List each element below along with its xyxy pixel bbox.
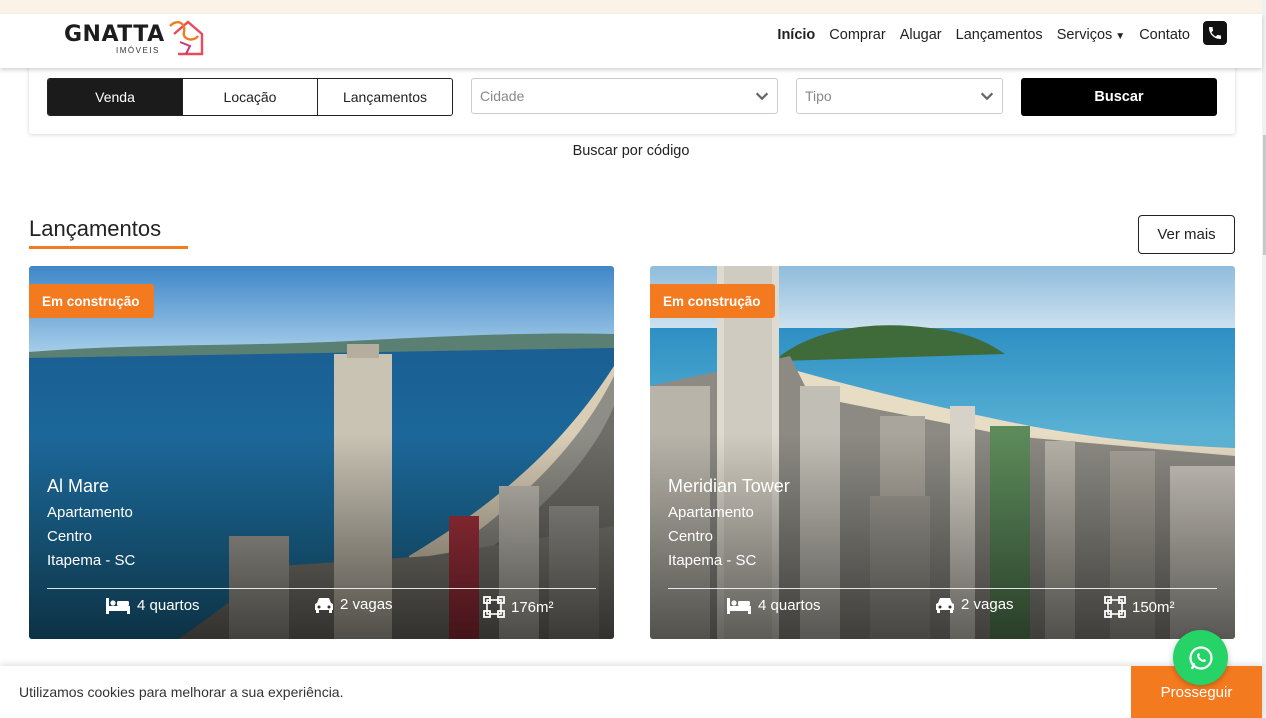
area-feature: 176m² bbox=[483, 596, 554, 618]
chevron-down-icon bbox=[980, 92, 994, 101]
rooms-feature: 4 quartos bbox=[105, 596, 200, 614]
property-district: Centro bbox=[47, 528, 93, 545]
logo-mark-icon bbox=[169, 20, 204, 56]
card-divider bbox=[668, 588, 1217, 589]
rooms-count: 4 quartos bbox=[758, 596, 821, 614]
card-info: Meridian Tower Apartamento Centro Itapem… bbox=[668, 476, 790, 573]
listing-type-tabs: Venda Locação Lançamentos bbox=[47, 78, 453, 116]
brand-sub: IMÓVEIS bbox=[116, 46, 160, 55]
main-nav: Início Comprar Alugar Lançamentos Serviç… bbox=[763, 25, 1190, 47]
property-photo bbox=[650, 266, 1235, 639]
tab-lancamentos[interactable]: Lançamentos bbox=[317, 79, 452, 115]
whatsapp-button[interactable] bbox=[1173, 630, 1228, 685]
brand-name: GNATTA bbox=[64, 22, 165, 47]
brand-logo[interactable]: GNATTA IMÓVEIS bbox=[64, 16, 214, 60]
parking-feature: 2 vagas bbox=[935, 596, 1014, 613]
car-icon bbox=[315, 597, 333, 613]
type-select-placeholder: Tipo bbox=[805, 88, 832, 104]
nav-comprar[interactable]: Comprar bbox=[829, 25, 885, 47]
property-district: Centro bbox=[668, 528, 714, 545]
parking-feature: 2 vagas bbox=[314, 596, 393, 613]
car-icon bbox=[936, 597, 954, 613]
property-name: Al Mare bbox=[47, 476, 110, 496]
property-type: Apartamento bbox=[47, 504, 133, 521]
parking-count: 2 vagas bbox=[340, 596, 393, 613]
search-by-code-link[interactable]: Buscar por código bbox=[0, 143, 1262, 159]
status-badge: Em construção bbox=[29, 284, 154, 318]
whatsapp-icon bbox=[1188, 645, 1213, 670]
area-size: 150m² bbox=[1132, 598, 1175, 616]
caret-down-icon: ▼ bbox=[1115, 31, 1126, 42]
nav-servicos-label: Serviços bbox=[1056, 27, 1113, 43]
tab-locacao[interactable]: Locação bbox=[182, 79, 317, 115]
section-title: Lançamentos bbox=[29, 216, 162, 241]
property-type: Apartamento bbox=[668, 504, 754, 521]
site-header: GNATTA IMÓVEIS Início Comprar Alugar Lan… bbox=[0, 14, 1262, 68]
search-button[interactable]: Buscar bbox=[1021, 78, 1217, 116]
see-more-button[interactable]: Ver mais bbox=[1138, 215, 1235, 254]
phone-button[interactable] bbox=[1203, 21, 1227, 45]
city-select[interactable]: Cidade bbox=[471, 78, 778, 114]
phone-icon bbox=[1209, 27, 1221, 39]
search-panel: Venda Locação Lançamentos Cidade Tipo Bu… bbox=[29, 64, 1235, 134]
property-city: Itapema - SC bbox=[47, 552, 136, 569]
top-strip bbox=[0, 0, 1262, 14]
city-select-placeholder: Cidade bbox=[480, 88, 525, 104]
status-badge: Em construção bbox=[650, 284, 775, 318]
section-title-underline bbox=[29, 246, 188, 249]
bed-icon bbox=[106, 598, 130, 614]
scrollbar-track[interactable] bbox=[1262, 0, 1266, 718]
nav-contato[interactable]: Contato bbox=[1139, 25, 1190, 47]
chevron-down-icon bbox=[755, 92, 769, 101]
area-icon bbox=[1104, 596, 1126, 618]
type-select[interactable]: Tipo bbox=[796, 78, 1003, 114]
card-divider bbox=[47, 588, 596, 589]
cookie-bar: Utilizamos cookies para melhorar a sua e… bbox=[0, 666, 1262, 718]
nav-alugar[interactable]: Alugar bbox=[900, 25, 942, 47]
rooms-feature: 4 quartos bbox=[726, 596, 821, 614]
area-size: 176m² bbox=[511, 598, 554, 616]
nav-inicio[interactable]: Início bbox=[777, 25, 815, 47]
property-photo bbox=[29, 266, 614, 639]
area-icon bbox=[483, 596, 505, 618]
nav-servicos[interactable]: Serviços ▼ bbox=[1057, 25, 1126, 47]
area-feature: 150m² bbox=[1104, 596, 1175, 618]
nav-lancamentos[interactable]: Lançamentos bbox=[956, 25, 1043, 47]
property-name: Meridian Tower bbox=[668, 476, 790, 496]
cookie-text: Utilizamos cookies para melhorar a sua e… bbox=[19, 684, 344, 700]
tab-venda[interactable]: Venda bbox=[48, 79, 182, 115]
parking-count: 2 vagas bbox=[961, 596, 1014, 613]
rooms-count: 4 quartos bbox=[137, 596, 200, 614]
card-info: Al Mare Apartamento Centro Itapema - SC bbox=[47, 476, 135, 573]
property-card[interactable]: Em construção Meridian Tower Apartamento… bbox=[650, 266, 1235, 639]
property-card[interactable]: Em construção Al Mare Apartamento Centro… bbox=[29, 266, 614, 639]
bed-icon bbox=[727, 598, 751, 614]
property-city: Itapema - SC bbox=[668, 552, 757, 569]
